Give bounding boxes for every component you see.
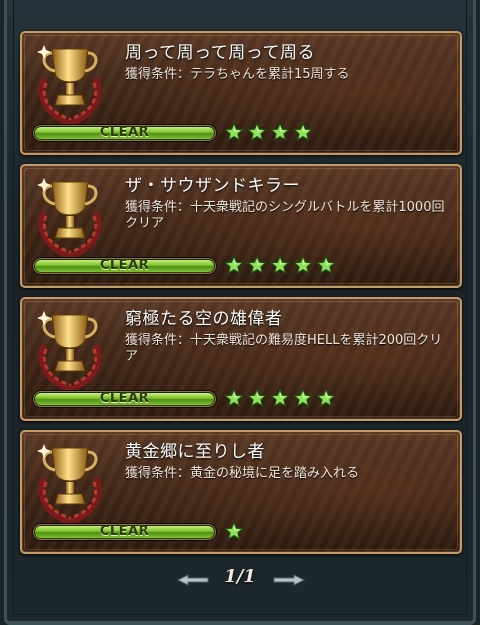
achievement-card[interactable]: 周って周って周って周る 獲得条件：テラちゃんを累計15周する CLEAR — [20, 31, 462, 155]
star-icon — [293, 122, 313, 142]
trophy-icon — [37, 178, 102, 260]
star-icon — [316, 388, 336, 408]
next-page-arrow-icon[interactable] — [272, 573, 306, 587]
star-icon — [247, 388, 267, 408]
star-rating — [224, 388, 336, 410]
trophy-icon — [37, 444, 102, 526]
achievement-card[interactable]: 黄金郷に至りし者 獲得条件：黄金の秘境に足を踏み入れる CLEAR — [20, 430, 462, 554]
star-icon — [224, 388, 244, 408]
star-icon — [224, 255, 244, 275]
clear-status-bar: CLEAR — [33, 125, 216, 141]
star-icon — [270, 122, 290, 142]
achievement-condition: 獲得条件：黄金の秘境に足を踏み入れる — [125, 466, 360, 481]
achievement-title: 窮極たる空の雄偉者 — [125, 309, 283, 329]
star-icon — [247, 255, 267, 275]
clear-label: CLEAR — [99, 258, 150, 273]
star-icon — [247, 122, 267, 142]
star-icon — [224, 521, 244, 541]
star-icon — [270, 255, 290, 275]
star-icon — [224, 122, 244, 142]
achievement-title: 黄金郷に至りし者 — [125, 442, 265, 462]
clear-label: CLEAR — [99, 524, 150, 539]
star-rating — [224, 255, 336, 277]
star-rating — [224, 521, 244, 543]
achievement-condition: 獲得条件：十天衆戦記の難易度HELLを累計200回クリア — [125, 333, 443, 364]
trophy-icon — [37, 311, 102, 393]
page-indicator: 1/1 — [224, 566, 256, 587]
clear-label: CLEAR — [99, 391, 150, 406]
clear-status-bar: CLEAR — [33, 524, 216, 540]
achievement-condition: 獲得条件：テラちゃんを累計15周する — [125, 67, 350, 82]
achievement-condition: 獲得条件：十天衆戦記のシングルバトルを累計1000回クリア — [125, 200, 445, 231]
achievement-title: 周って周って周って周る — [125, 43, 315, 63]
clear-status-bar: CLEAR — [33, 258, 216, 274]
achievement-title: ザ・サウザンドキラー — [125, 176, 300, 196]
achievement-card[interactable]: 窮極たる空の雄偉者 獲得条件：十天衆戦記の難易度HELLを累計200回クリア C… — [20, 297, 462, 421]
achievement-card[interactable]: ザ・サウザンドキラー 獲得条件：十天衆戦記のシングルバトルを累計1000回クリア… — [20, 164, 462, 288]
trophy-icon — [37, 45, 102, 127]
star-icon — [270, 388, 290, 408]
star-icon — [293, 255, 313, 275]
star-icon — [316, 255, 336, 275]
clear-label: CLEAR — [99, 125, 150, 140]
star-rating — [224, 122, 313, 144]
star-icon — [293, 388, 313, 408]
clear-status-bar: CLEAR — [33, 391, 216, 407]
